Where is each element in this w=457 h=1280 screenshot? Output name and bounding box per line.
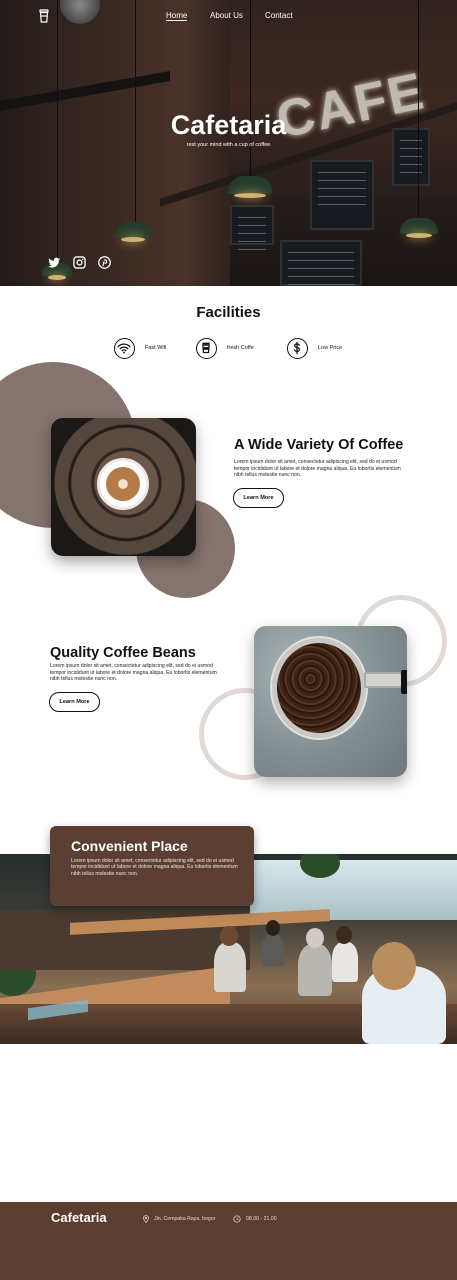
nav-about-us[interactable]: About Us xyxy=(210,11,243,20)
coffee-beans xyxy=(277,643,361,733)
place-title: Convenient Place xyxy=(71,838,188,854)
person-head xyxy=(220,926,238,946)
latte-foam xyxy=(106,467,140,501)
hero-title: Cafetaria xyxy=(170,110,287,140)
footer-address: Jln. Cempaka Raya, bogor xyxy=(154,1216,216,1222)
variety-body: Lorem ipsum dolor sit amet, consectetur … xyxy=(234,459,401,478)
nav-home[interactable]: Home xyxy=(166,11,188,21)
twitter-icon[interactable] xyxy=(48,256,61,269)
person xyxy=(214,942,246,992)
coffee-beans-image xyxy=(254,626,407,777)
nav-contact[interactable]: Contact xyxy=(265,11,293,20)
clock-icon xyxy=(233,1215,241,1223)
wifi-icon xyxy=(114,338,135,359)
location-pin-icon xyxy=(143,1215,149,1223)
footer-hours: 08.00 - 21.00 xyxy=(246,1216,277,1222)
portafilter-basket xyxy=(270,636,368,740)
footer-brand: Cafetaria xyxy=(51,1210,107,1225)
hero-banner: CAFE Home About Us Contact Cafetaria res… xyxy=(0,0,457,286)
variety-title: A Wide Variety Of Coffee xyxy=(234,437,404,453)
latte-cup xyxy=(97,458,149,510)
facility-label: Fast Wifi xyxy=(145,345,167,351)
coffee-cup-icon xyxy=(196,338,217,359)
portafilter-handle xyxy=(364,670,407,694)
footer: Cafetaria Jln. Cempaka Raya, bogor 08.00… xyxy=(0,1202,457,1280)
variety-learn-more-button[interactable]: Learn More xyxy=(233,488,284,508)
person xyxy=(332,942,358,982)
facilities-title: Facilities xyxy=(196,304,261,321)
latte-art-image xyxy=(51,418,196,556)
pinterest-icon[interactable] xyxy=(98,256,111,269)
hero-subtitle: rest your mind with a cup of coffee xyxy=(186,142,271,148)
facility-label: fresh Coffe xyxy=(227,345,254,351)
person xyxy=(298,944,332,996)
place-body: Lorem ipsum dolor sit amet, consectetur … xyxy=(71,858,238,877)
person-head xyxy=(266,920,280,936)
dollar-icon xyxy=(287,338,308,359)
convenient-place-card: Convenient Place Lorem ipsum dolor sit a… xyxy=(50,826,254,906)
person-head xyxy=(372,942,416,990)
person-head xyxy=(336,926,352,944)
instagram-icon[interactable] xyxy=(73,256,86,269)
beans-title: Quality Coffee Beans xyxy=(50,645,196,661)
person xyxy=(262,934,284,966)
beans-learn-more-button[interactable]: Learn More xyxy=(49,692,100,712)
page: CAFE Home About Us Contact Cafetaria res… xyxy=(0,0,457,1280)
facility-label: Low Price xyxy=(318,345,343,351)
person-head xyxy=(306,928,324,948)
beans-body: Lorem ipsum dolor sit amet, consectetur … xyxy=(50,663,217,682)
top-nav: Home About Us Contact xyxy=(0,11,457,27)
